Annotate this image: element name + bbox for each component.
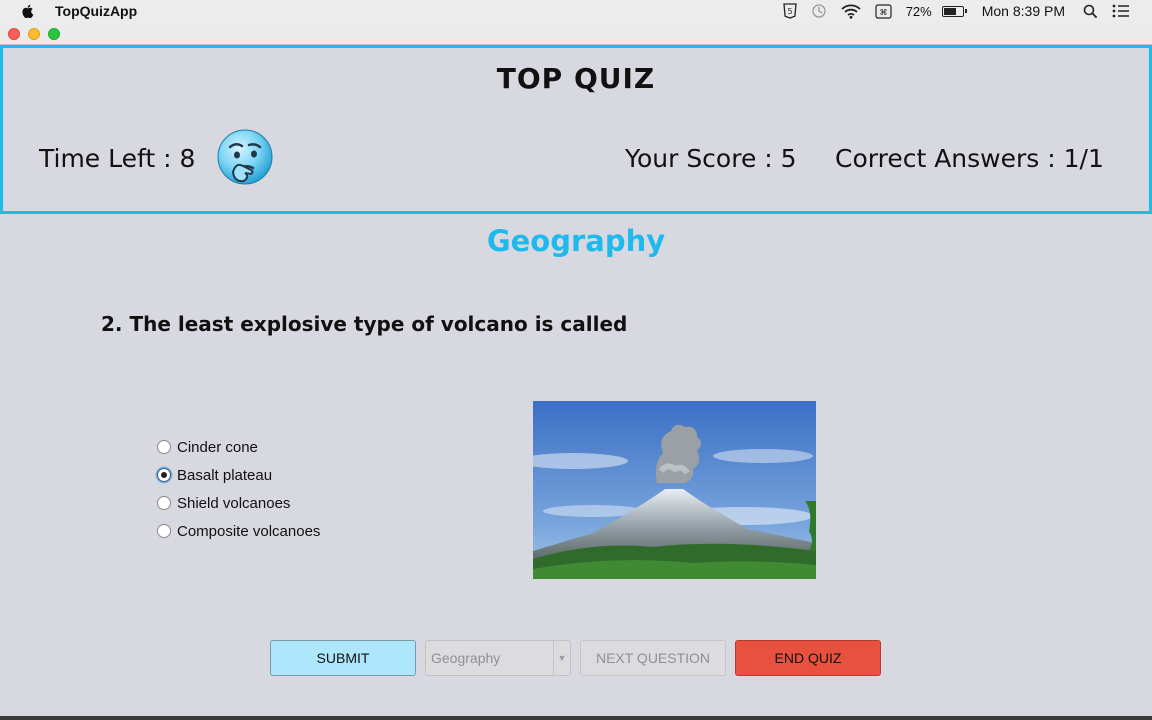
time-machine-icon[interactable] xyxy=(811,3,827,19)
option-label: Cinder cone xyxy=(177,438,258,456)
minimize-window-button[interactable] xyxy=(28,28,40,40)
option-composite-volcanoes[interactable]: Composite volcanoes xyxy=(157,517,320,545)
spotlight-search-icon[interactable] xyxy=(1083,4,1098,19)
quiz-header-panel: TOP QUIZ Time Left : 8 Your Score : 5 Co… xyxy=(0,45,1152,214)
clock[interactable]: Mon 8:39 PM xyxy=(982,3,1065,19)
option-shield-volcanoes[interactable]: Shield volcanoes xyxy=(157,489,320,517)
thinking-face-icon xyxy=(217,129,273,185)
zoom-window-button[interactable] xyxy=(48,28,60,40)
wifi-icon[interactable] xyxy=(841,4,861,19)
radio-button[interactable] xyxy=(157,524,171,538)
notification-center-icon[interactable] xyxy=(1112,4,1130,18)
category-select-value: Geography xyxy=(431,650,501,666)
option-label: Basalt plateau xyxy=(177,466,273,484)
window-bottom-edge xyxy=(0,716,1152,720)
volcano-image xyxy=(533,401,816,579)
end-quiz-button[interactable]: END QUIZ xyxy=(735,640,881,676)
time-left-label: Time Left : 8 xyxy=(39,144,196,173)
html5-icon[interactable]: 5 xyxy=(782,3,797,19)
category-title: Geography xyxy=(486,224,666,258)
next-question-button[interactable]: NEXT QUESTION xyxy=(580,640,726,676)
svg-text:⌘: ⌘ xyxy=(879,8,887,17)
option-label: Shield volcanoes xyxy=(177,494,291,512)
correct-answers-label: Correct Answers : 1/1 xyxy=(835,144,1104,173)
chevron-down-icon[interactable]: ▼ xyxy=(553,641,570,675)
apple-icon[interactable] xyxy=(20,3,36,19)
answer-options: Cinder cone Basalt plateau Shield volcan… xyxy=(157,433,320,545)
score-label: Your Score : 5 xyxy=(625,144,797,173)
window-title-bar xyxy=(0,22,1152,45)
svg-text:5: 5 xyxy=(787,7,792,16)
submit-button[interactable]: SUBMIT xyxy=(270,640,416,676)
radio-button[interactable] xyxy=(157,496,171,510)
radio-button[interactable] xyxy=(157,440,171,454)
app-menu-name[interactable]: TopQuizApp xyxy=(55,3,137,19)
keyboard-input-icon[interactable]: ⌘ xyxy=(875,3,892,19)
battery-percent: 72% xyxy=(905,3,932,19)
option-cinder-cone[interactable]: Cinder cone xyxy=(157,433,320,461)
menu-bar: TopQuizApp 5 ⌘ 72% Mon 8:39 PM xyxy=(0,0,1152,22)
category-select[interactable]: Geography ▼ xyxy=(425,640,571,676)
battery-icon[interactable] xyxy=(941,5,967,17)
option-label: Composite volcanoes xyxy=(177,522,321,540)
question-text: 2. The least explosive type of volcano i… xyxy=(101,312,628,336)
option-basalt-plateau[interactable]: Basalt plateau xyxy=(157,461,320,489)
radio-button[interactable] xyxy=(157,468,171,482)
close-window-button[interactable] xyxy=(8,28,20,40)
quiz-title: TOP QUIZ xyxy=(496,62,656,95)
